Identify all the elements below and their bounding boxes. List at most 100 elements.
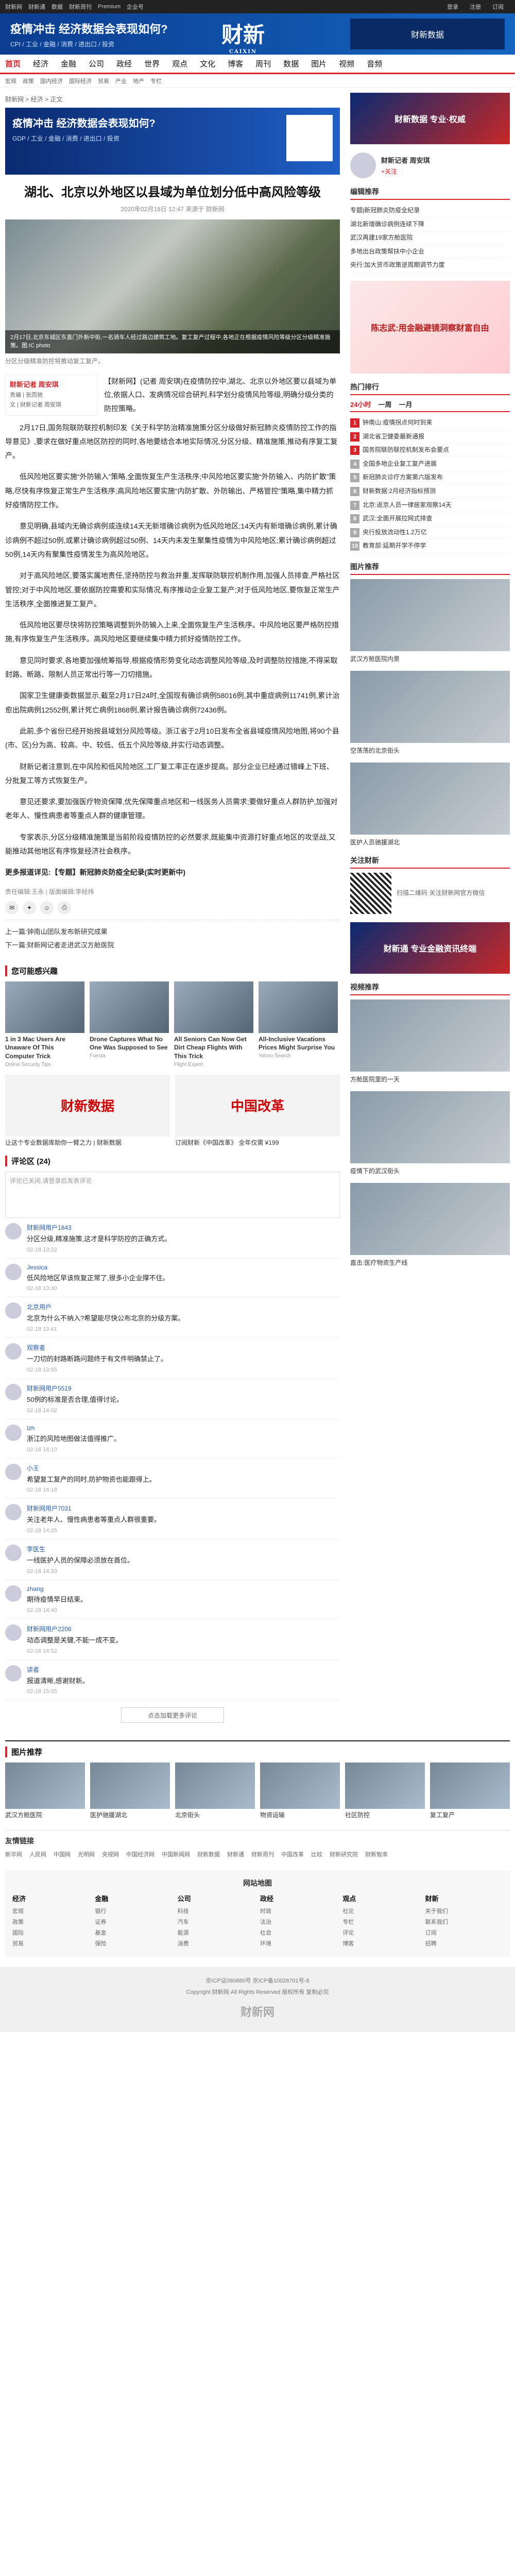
rank-tab[interactable]: 24小时: [350, 399, 371, 409]
video-caption[interactable]: 直击:医疗物资生产线: [350, 1258, 510, 1267]
editor-pick-item[interactable]: 武汉再建19家方舱医院: [350, 231, 510, 245]
comment-input[interactable]: 评论已关闭,请登录后发表评论: [5, 1171, 340, 1218]
video-caption[interactable]: 疫情下的武汉街头: [350, 1166, 510, 1176]
nav-item[interactable]: 文化: [200, 58, 215, 69]
nav-item[interactable]: 金融: [61, 58, 76, 69]
editor-pick-item[interactable]: 多地出台政策帮扶中小企业: [350, 245, 510, 259]
sponsored-item[interactable]: All-Inclusive Vacations Prices Might Sur…: [259, 981, 338, 1067]
site-map-link[interactable]: 环境: [260, 1939, 337, 1950]
site-map-link[interactable]: 博客: [342, 1939, 420, 1950]
site-logo[interactable]: 财新 CAIXIN: [221, 18, 265, 55]
print-icon[interactable]: ⎙: [58, 901, 71, 914]
promo-card[interactable]: 财新数据 让这个专业数据库助你一臂之力 | 财新数据: [5, 1074, 170, 1147]
site-map-link[interactable]: 银行: [95, 1906, 172, 1917]
subnav-item[interactable]: 专栏: [150, 77, 162, 85]
comment-author[interactable]: 读者: [27, 1665, 89, 1674]
avatar[interactable]: [5, 1263, 22, 1280]
avatar[interactable]: [5, 1665, 22, 1682]
banner-promo[interactable]: 疫情冲击 经济数据会表现如何? CPI / 工业 / 金融 / 消费 / 进出口…: [10, 20, 168, 48]
comment-author[interactable]: 北京用户: [27, 1302, 184, 1311]
sponsored-item[interactable]: Drone Captures What No One Was Supposed …: [90, 981, 169, 1067]
rank-item[interactable]: 2 湖北省卫健委最新通报: [350, 430, 510, 444]
load-more-comments-button[interactable]: 点击加载更多评论: [121, 1707, 224, 1723]
avatar[interactable]: [5, 1302, 22, 1319]
comment-author[interactable]: 小王: [27, 1464, 156, 1472]
site-map-link[interactable]: 基金: [95, 1928, 172, 1939]
rank-item[interactable]: 9 央行投放流动性1.2万亿: [350, 526, 510, 540]
comment-author[interactable]: 财新网用户7031: [27, 1504, 161, 1513]
pic-image[interactable]: [350, 670, 510, 743]
rank-item[interactable]: 3 国务院联防联控机制发布会要点: [350, 444, 510, 457]
subnav-item[interactable]: 产业: [115, 77, 127, 85]
bottom-picture-item[interactable]: 物资运输: [260, 1762, 340, 1820]
friend-link[interactable]: 中国网: [54, 1849, 71, 1860]
nav-item[interactable]: 音频: [367, 58, 382, 69]
subnav-item[interactable]: 国内经济: [40, 77, 63, 85]
qq-share-icon[interactable]: ☺: [40, 901, 54, 914]
comment-author[interactable]: zhang: [27, 1585, 87, 1592]
pic-image[interactable]: [350, 579, 510, 651]
site-map-link[interactable]: 联系我们: [425, 1917, 503, 1928]
subnav-item[interactable]: 贸易: [98, 77, 109, 85]
friend-link[interactable]: 中国新闻网: [162, 1849, 190, 1860]
site-map-link[interactable]: 法治: [260, 1917, 337, 1928]
comment-author[interactable]: 观察者: [27, 1343, 167, 1352]
sidebar-author-name[interactable]: 财新记者 周安琪: [381, 155, 430, 165]
video-thumbnail[interactable]: [350, 1091, 510, 1163]
rank-item[interactable]: 10 教育部:延期开学不停学: [350, 539, 510, 553]
site-map-link[interactable]: 时政: [260, 1906, 337, 1917]
friend-link[interactable]: 比较: [311, 1849, 322, 1860]
friend-link[interactable]: 财新研究院: [330, 1849, 358, 1860]
site-map-link[interactable]: 汽车: [178, 1917, 255, 1928]
site-map-link[interactable]: 关于我们: [425, 1906, 503, 1917]
avatar[interactable]: [5, 1463, 22, 1480]
follow-author-button[interactable]: +关注: [381, 167, 430, 176]
nav-item[interactable]: 政经: [116, 58, 132, 69]
site-map-column-title[interactable]: 政经: [260, 1893, 337, 1903]
editor-pick-item[interactable]: 专题|新冠肺炎防疫全纪录: [350, 204, 510, 218]
banner-ad[interactable]: 财新数据: [350, 19, 505, 49]
friend-link[interactable]: 财新智库: [365, 1849, 388, 1860]
wechat-share-icon[interactable]: ✉: [5, 901, 19, 914]
breadcrumb[interactable]: 财新网 > 经济 > 正文: [5, 93, 340, 108]
site-map-link[interactable]: 能源: [178, 1928, 255, 1939]
comment-author[interactable]: 财新网用户5519: [27, 1384, 123, 1393]
topbar-item[interactable]: 财新网: [5, 3, 22, 11]
site-map-link[interactable]: 消费: [178, 1939, 255, 1950]
rank-item[interactable]: 5 新冠肺炎诊疗方案第六版发布: [350, 471, 510, 485]
sponsored-item[interactable]: 1 in 3 Mac Users Are Unaware Of This Com…: [5, 981, 84, 1067]
rank-item[interactable]: 1 钟南山:疫情拐点何时到来: [350, 416, 510, 430]
promo-card[interactable]: 中国改革 订阅财新《中国改革》 全年仅需 ¥199: [175, 1074, 340, 1147]
site-map-link[interactable]: 宏观: [12, 1906, 90, 1917]
rank-tab[interactable]: 一周: [378, 399, 391, 409]
nav-item[interactable]: 数据: [283, 58, 299, 69]
friend-link[interactable]: 人民网: [29, 1849, 46, 1860]
article-photo[interactable]: 2月17日,北京东城区东直门外新中街,一名骑车人经过路边建筑工地。复工复产过程中…: [5, 219, 340, 353]
avatar[interactable]: [5, 1504, 22, 1521]
friend-link[interactable]: 财新通: [227, 1849, 244, 1860]
bottom-picture-item[interactable]: 医护驰援湖北: [90, 1762, 170, 1820]
rank-item[interactable]: 7 北京:返京人员一律居家观察14天: [350, 499, 510, 513]
friend-link[interactable]: 财新数据: [197, 1849, 220, 1860]
rank-item[interactable]: 6 财新数据:2月经济指标预测: [350, 485, 510, 499]
nav-item[interactable]: 世界: [144, 58, 160, 69]
next-article-link[interactable]: 下一篇:财新网记者走进武汉方舱医院: [5, 939, 340, 952]
bottom-picture-item[interactable]: 社区防控: [345, 1762, 425, 1820]
footer-logo[interactable]: 财新网: [5, 2001, 510, 2024]
site-map-link[interactable]: 证券: [95, 1917, 172, 1928]
site-map-column-title[interactable]: 观点: [342, 1893, 420, 1903]
sponsored-item[interactable]: All Seniors Can Now Get Dirt Cheap Fligh…: [174, 981, 253, 1067]
video-thumbnail[interactable]: [350, 999, 510, 1072]
friend-link[interactable]: 新华网: [5, 1849, 22, 1860]
editor-pick-item[interactable]: 湖北新增确诊病例连续下降: [350, 218, 510, 232]
comment-author[interactable]: lzh: [27, 1425, 121, 1432]
bottom-picture-item[interactable]: 北京街头: [175, 1762, 255, 1820]
video-caption[interactable]: 方舱医院里的一天: [350, 1075, 510, 1084]
login-link[interactable]: 登录: [447, 3, 458, 11]
site-map-link[interactable]: 国际: [12, 1928, 90, 1939]
topbar-item[interactable]: Premium: [98, 4, 121, 10]
nav-item[interactable]: 公司: [89, 58, 104, 69]
sidebar-ad[interactable]: 财新数据 专业·权威: [350, 93, 510, 144]
pic-caption[interactable]: 武汉方舱医院内景: [350, 654, 510, 664]
pic-image[interactable]: [350, 762, 510, 835]
